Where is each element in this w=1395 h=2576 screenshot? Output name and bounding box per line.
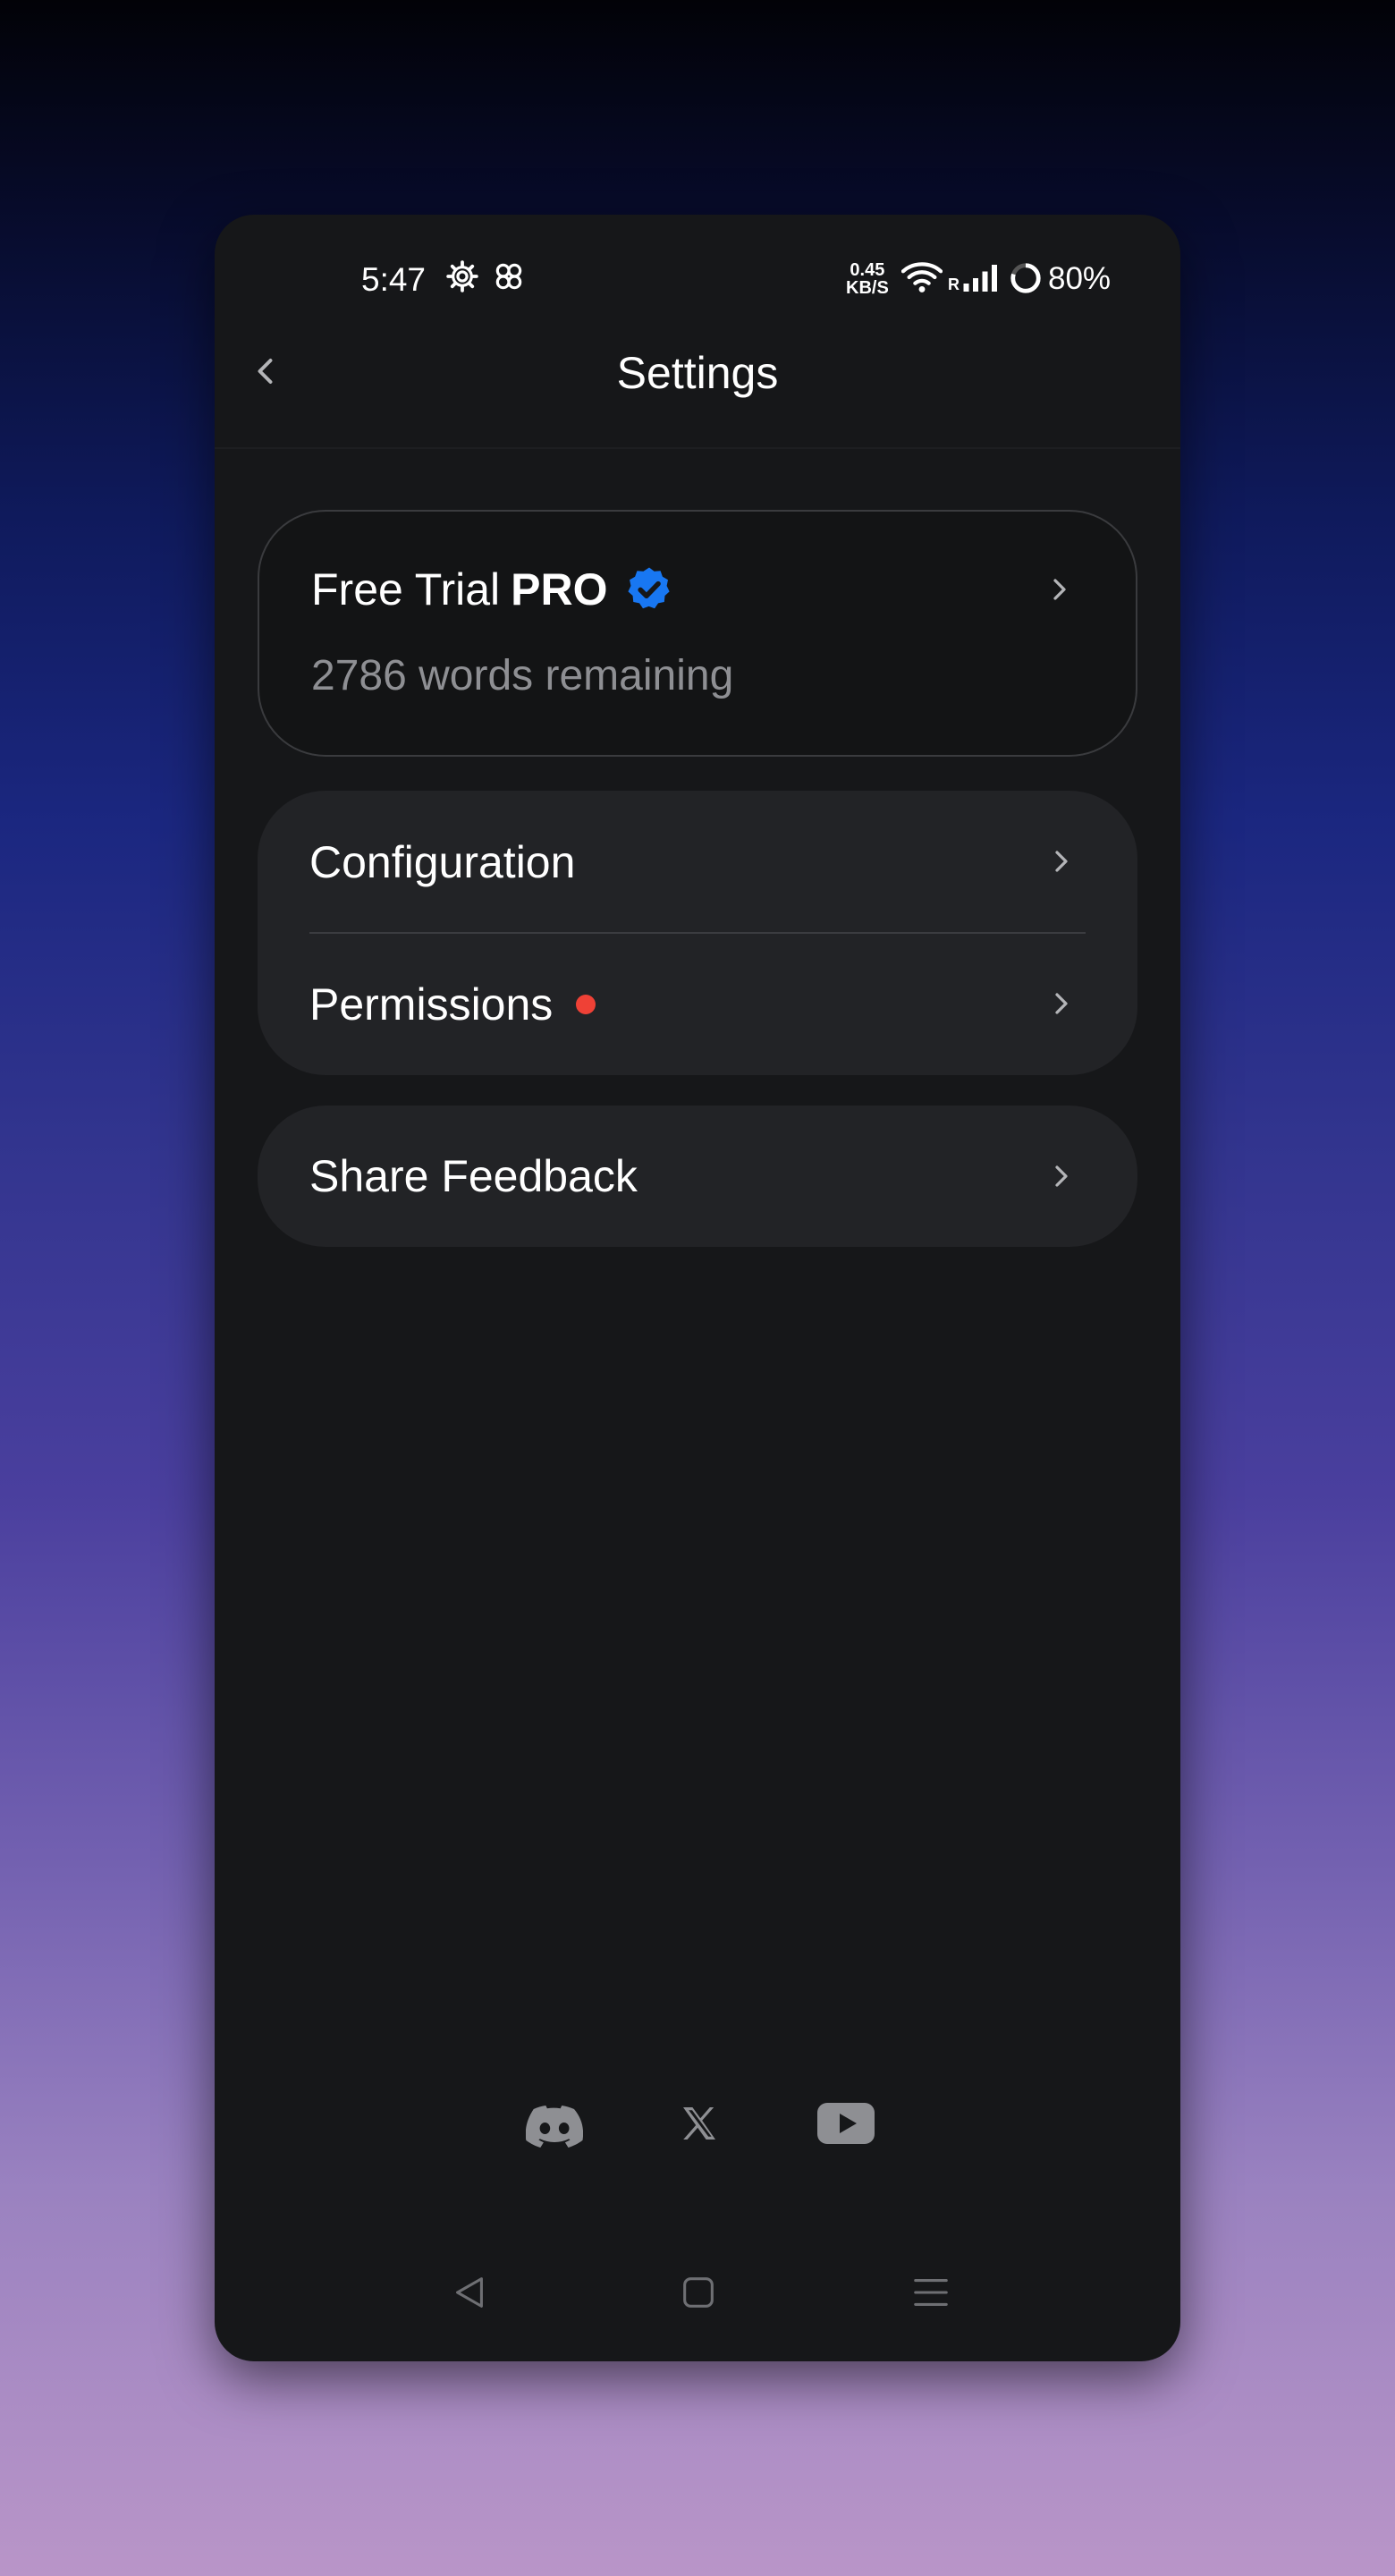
configuration-label: Configuration — [309, 836, 575, 888]
social-links — [215, 2102, 1180, 2174]
header: Settings — [215, 313, 1180, 449]
chevron-right-icon — [1055, 993, 1068, 1014]
signal-icon — [962, 265, 1000, 296]
alert-dot — [576, 994, 596, 1014]
nav-home-icon[interactable] — [678, 2272, 719, 2318]
trial-title: Free Trial PRO — [311, 564, 674, 615]
share-feedback-label: Share Feedback — [309, 1150, 638, 1202]
battery-ring-icon — [1009, 261, 1043, 300]
network-speed-unit: KB/S — [846, 278, 889, 298]
permissions-row[interactable]: Permissions — [258, 933, 1137, 1075]
chevron-right-icon — [1053, 579, 1066, 600]
words-remaining: 2786 words remaining — [311, 652, 734, 699]
share-feedback-text: Share Feedback — [309, 1151, 638, 1201]
page-title: Settings — [616, 348, 779, 398]
configuration-text: Configuration — [309, 836, 576, 887]
network-speed: 0.45 KB/S — [846, 261, 889, 297]
permissions-text: Permissions — [309, 979, 554, 1030]
roaming-indicator: R — [948, 275, 960, 293]
free-trial-card[interactable]: Free Trial PRO 2786 words remaining — [258, 510, 1137, 757]
phone-screen: 5:47 0.45 KB/S R 80% Settings Free Trial… — [215, 215, 1180, 2361]
pinwheel-icon — [492, 259, 526, 298]
system-nav-bar — [215, 2263, 1180, 2334]
x-icon[interactable] — [678, 2102, 721, 2149]
share-feedback-row[interactable]: Share Feedback — [258, 1106, 1137, 1247]
permissions-label: Permissions — [309, 979, 596, 1030]
battery-percent: 80% — [1048, 261, 1112, 296]
nav-back-icon[interactable] — [449, 2272, 490, 2318]
discord-icon[interactable] — [525, 2102, 584, 2157]
chevron-right-icon — [1055, 851, 1068, 872]
network-speed-value: 0.45 — [850, 260, 885, 280]
chevron-right-icon — [1055, 1165, 1068, 1187]
youtube-icon[interactable] — [817, 2102, 875, 2149]
verified-badge-icon — [624, 564, 674, 614]
wifi-icon — [900, 259, 943, 300]
configuration-row[interactable]: Configuration — [258, 791, 1137, 933]
settings-gear-icon — [445, 259, 479, 298]
trial-label: Free Trial — [311, 564, 501, 614]
nav-menu-icon[interactable] — [910, 2272, 951, 2318]
status-bar: 5:47 0.45 KB/S R 80% — [215, 215, 1180, 313]
settings-group: Configuration Permissions — [258, 791, 1137, 1075]
plan-name: PRO — [511, 564, 608, 614]
status-time: 5:47 — [361, 261, 427, 298]
